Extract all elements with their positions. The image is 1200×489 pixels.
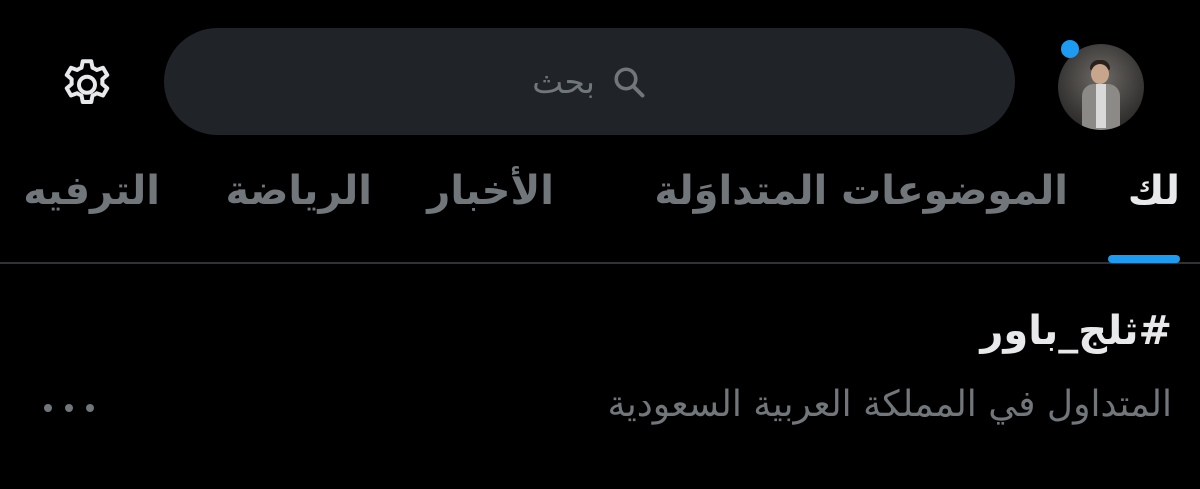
search-input[interactable]: بحث <box>164 28 1015 135</box>
tab-news[interactable]: الأخبار <box>427 168 554 214</box>
active-tab-indicator <box>1108 255 1180 263</box>
search-icon <box>614 66 645 97</box>
search-placeholder: بحث <box>532 62 595 101</box>
trend-context: المتداول في المملكة العربية السعودية <box>607 384 1172 425</box>
tab-entertainment[interactable]: الترفيه <box>23 168 160 214</box>
more-horizontal-icon[interactable] <box>44 388 94 428</box>
tab-sports[interactable]: الرياضة <box>225 168 372 214</box>
notification-dot <box>1061 40 1079 58</box>
gear-icon[interactable] <box>57 55 117 115</box>
trend-name[interactable]: #ثلج_باور <box>980 308 1172 354</box>
tab-for-you[interactable]: لك <box>1128 168 1180 214</box>
tab-trending[interactable]: الموضوعات المتداوَلة <box>654 168 1068 214</box>
tab-bar: لك الموضوعات المتداوَلة الأخبار الرياضة … <box>0 160 1200 264</box>
